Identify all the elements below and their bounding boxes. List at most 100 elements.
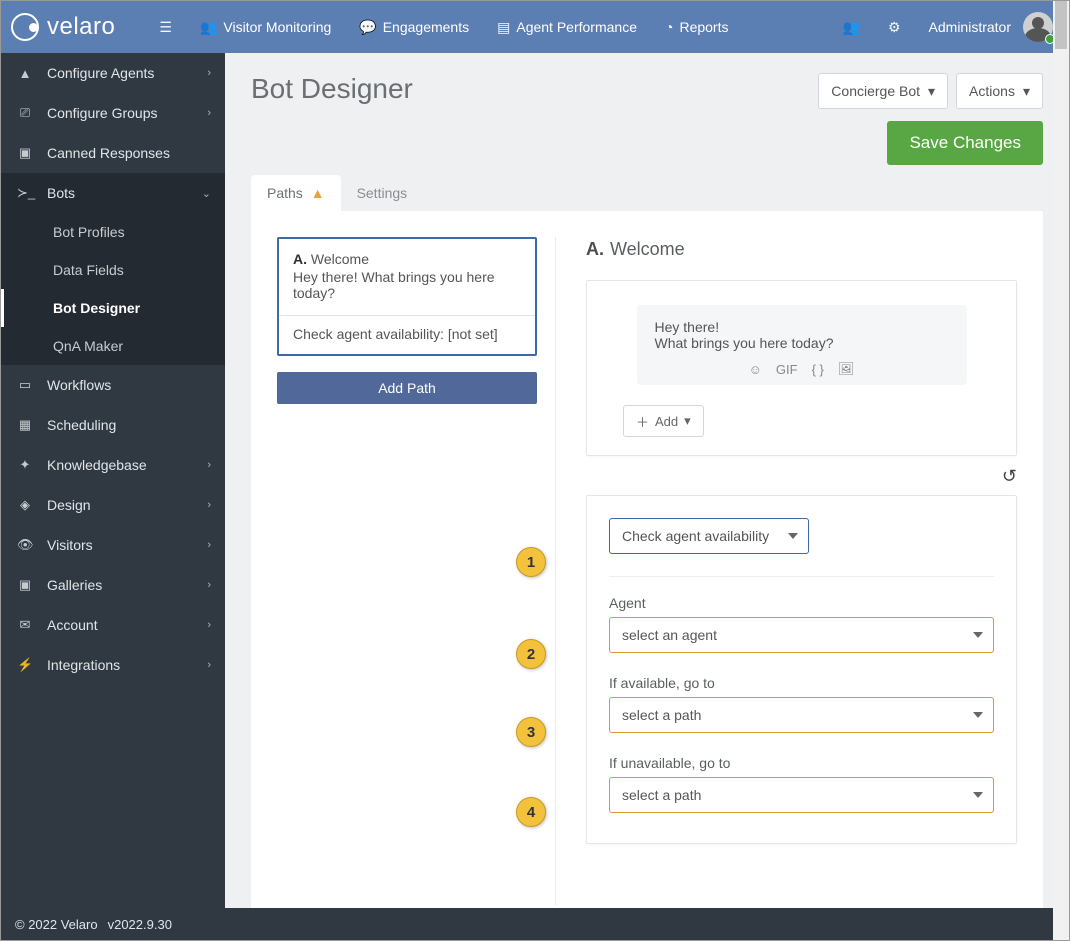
sidebar-item-canned-responses[interactable]: ▣ Canned Responses (1, 133, 225, 173)
nav-people-icon[interactable]: 👥 (829, 1, 874, 53)
footer: © 2022 Velaro v2022.9.30 (1, 908, 1069, 940)
caret-down-icon: ▾ (1023, 83, 1030, 100)
actions-button[interactable]: Actions ▾ (956, 73, 1043, 109)
nav-engagements[interactable]: 💬 Engagements (345, 1, 483, 53)
chevron-right-icon: › (207, 539, 211, 551)
sidebar-item-bots[interactable]: ≻_ Bots ⌄ (1, 173, 225, 213)
calendar-icon: ▦ (17, 417, 33, 433)
avatar-wrap[interactable] (1015, 12, 1053, 42)
sidebar-item-galleries[interactable]: ▣ Galleries › (1, 565, 225, 605)
nav-settings-icon[interactable]: ⚙ (874, 1, 915, 53)
sidebar-item-account[interactable]: ✉ Account › (1, 605, 225, 645)
mail-icon: ✉ (17, 617, 33, 633)
chevron-right-icon: › (207, 659, 211, 671)
annotation-badge-3: 3 (516, 717, 546, 747)
undo-icon: ↺ (1002, 466, 1017, 486)
tab-label: Paths (267, 185, 303, 201)
logic-block: Check agent availability Agent select an… (586, 495, 1017, 844)
nav-label: Agent Performance (516, 19, 637, 35)
workflow-icon: ▭ (17, 377, 33, 393)
hamburger-button[interactable]: ☰ (145, 1, 186, 53)
sidebar-item-configure-agents[interactable]: ▲ Configure Agents › (1, 53, 225, 93)
sidebar-sub-bot-profiles[interactable]: Bot Profiles (1, 213, 225, 251)
nav-visitor-monitoring[interactable]: 👥 Visitor Monitoring (186, 1, 345, 53)
gif-button[interactable]: GIF (776, 362, 798, 377)
message-tools: ☺ GIF { } 🖼 (655, 361, 949, 377)
annotation-badge-1: 1 (516, 547, 546, 577)
terminal-icon: ≻_ (17, 185, 33, 201)
action-type-select[interactable]: Check agent availability (609, 518, 809, 554)
add-button[interactable]: ＋ Add ▾ (623, 405, 704, 437)
tab-label: Settings (357, 185, 408, 201)
sidebar-item-label: Bot Profiles (53, 224, 125, 240)
warning-icon: ▲ (311, 185, 325, 201)
sidebar-item-label: Visitors (47, 537, 93, 553)
chevron-right-icon: › (207, 579, 211, 591)
sidebar-item-configure-groups[interactable]: ⎚ Configure Groups › (1, 93, 225, 133)
bot-selector[interactable]: Concierge Bot ▾ (818, 73, 948, 109)
detail-title: A.Welcome (586, 239, 1017, 260)
sidebar-item-workflows[interactable]: ▭ Workflows (1, 365, 225, 405)
diamond-icon: ◈ (17, 497, 33, 513)
chevron-right-icon: › (207, 459, 211, 471)
save-changes-button[interactable]: Save Changes (887, 121, 1043, 165)
gear-icon: ⚙ (888, 19, 901, 36)
path-card-welcome[interactable]: A. Welcome Hey there! What brings you he… (277, 237, 537, 356)
sidebar: ▲ Configure Agents › ⎚ Configure Groups … (1, 53, 225, 908)
sidebar-item-knowledgebase[interactable]: ✦ Knowledgebase › (1, 445, 225, 485)
sidebar-sub-data-fields[interactable]: Data Fields (1, 251, 225, 289)
page-title: Bot Designer (251, 73, 413, 105)
variable-icon[interactable]: { } (812, 362, 824, 377)
sidebar-item-label: Galleries (47, 577, 102, 593)
chevron-down-icon: ⌄ (202, 187, 211, 200)
sidebar-item-integrations[interactable]: ⚡ Integrations › (1, 645, 225, 685)
sidebar-item-label: Canned Responses (47, 145, 170, 161)
sidebar-item-label: Data Fields (53, 262, 124, 278)
user-icon: ▲ (17, 66, 33, 81)
sidebar-item-scheduling[interactable]: ▦ Scheduling (1, 405, 225, 445)
if-unavailable-label: If unavailable, go to (609, 755, 994, 771)
sidebar-sub-bot-designer[interactable]: Bot Designer (1, 289, 225, 327)
undo-button[interactable]: ↺ (1002, 466, 1017, 487)
annotation-badge-2: 2 (516, 639, 546, 669)
caret-down-icon: ▾ (928, 83, 935, 100)
nav-agent-performance[interactable]: ▤ Agent Performance (483, 1, 651, 53)
nav-label: Engagements (383, 19, 469, 35)
brand[interactable]: velaro (11, 13, 115, 41)
plug-icon: ⚡ (17, 657, 33, 673)
tab-paths[interactable]: Paths ▲ (251, 175, 341, 211)
sidebar-item-label: Design (47, 497, 91, 513)
people-icon: 👥 (843, 19, 860, 36)
brand-logo-icon (11, 13, 39, 41)
detail-name: Welcome (610, 239, 685, 259)
sidebar-item-label: Integrations (47, 657, 120, 673)
emoji-icon[interactable]: ☺ (749, 362, 762, 377)
sidebar-item-design[interactable]: ◈ Design › (1, 485, 225, 525)
if-available-select[interactable]: select a path (609, 697, 994, 733)
image-icon: ▣ (17, 577, 33, 593)
user-label: Administrator (929, 19, 1011, 35)
add-path-button[interactable]: Add Path (277, 372, 537, 404)
pie-icon: ◔ (665, 19, 673, 35)
agent-select[interactable]: select an agent (609, 617, 994, 653)
sidebar-item-label: Scheduling (47, 417, 116, 433)
sidebar-item-label: Account (47, 617, 98, 633)
lightbulb-icon: ✦ (17, 457, 33, 473)
panel: A. Welcome Hey there! What brings you he… (251, 211, 1043, 908)
nav-user[interactable]: Administrator (915, 1, 1015, 53)
image-icon[interactable]: 🖼 (838, 361, 855, 377)
chart-icon: ▤ (497, 19, 510, 36)
message-bubble[interactable]: Hey there! What brings you here today? ☺… (637, 305, 967, 385)
window-scrollbar[interactable] (1053, 1, 1069, 940)
plus-icon: ＋ (636, 412, 649, 431)
caret-down-icon: ▾ (684, 413, 691, 429)
nav-reports[interactable]: ◔ Reports (651, 1, 743, 53)
if-available-label: If available, go to (609, 675, 994, 691)
sidebar-sub-qna-maker[interactable]: QnA Maker (1, 327, 225, 365)
sidebar-item-visitors[interactable]: 👁 Visitors › (1, 525, 225, 565)
nav-label: Visitor Monitoring (223, 19, 331, 35)
tab-settings[interactable]: Settings (341, 175, 424, 211)
if-unavailable-select[interactable]: select a path (609, 777, 994, 813)
detail-column: A.Welcome Hey there! What brings you her… (555, 237, 1017, 905)
nav-label: Reports (679, 19, 728, 35)
